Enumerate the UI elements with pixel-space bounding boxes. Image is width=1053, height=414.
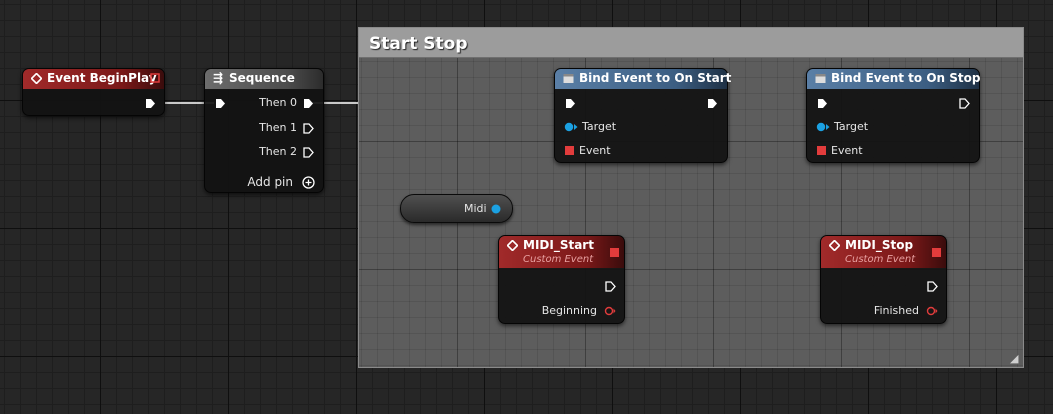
node-header: ⇶ Sequence <box>205 69 323 89</box>
finished-pin[interactable] <box>926 306 938 316</box>
function-icon <box>815 74 826 83</box>
node-header: MIDI_Start Custom Event <box>499 236 624 268</box>
midi-variable-label: Midi <box>464 202 487 215</box>
exec-out-pin[interactable] <box>959 98 970 109</box>
node-subtitle: Custom Event <box>845 254 916 265</box>
beginning-pin[interactable] <box>604 306 616 316</box>
then-0-pin[interactable] <box>303 98 314 109</box>
bind-event-on-start-node[interactable]: Bind Event to On Start Target Event <box>554 68 731 163</box>
node-header: Bind Event to On Start <box>555 69 731 89</box>
comment-title: Start Stop <box>369 34 468 54</box>
target-object-pin[interactable] <box>564 122 578 132</box>
add-pin-icon[interactable] <box>302 176 315 189</box>
exec-in-pin[interactable] <box>817 98 828 109</box>
event-delegate-pin[interactable] <box>817 146 827 156</box>
target-label: Target <box>582 120 617 133</box>
target-label: Target <box>834 120 869 133</box>
beginning-label: Beginning <box>541 304 597 317</box>
event-diamond-icon <box>31 73 42 84</box>
midi-object-pin[interactable] <box>491 204 503 214</box>
node-header: Event BeginPlay <box>23 69 164 89</box>
resize-grip-icon[interactable]: ◢ <box>1010 353 1020 364</box>
exec-in-pin[interactable] <box>565 98 576 109</box>
delegate-pin-icon[interactable] <box>150 73 160 83</box>
midi-start-custom-event-node[interactable]: MIDI_Start Custom Event Beginning <box>498 235 625 324</box>
event-beginplay-node[interactable]: Event BeginPlay <box>22 68 165 116</box>
node-title: MIDI_Stop <box>845 238 914 252</box>
node-subtitle: Custom Event <box>523 254 594 265</box>
sequence-node[interactable]: ⇶ Sequence Then 0 Then 1 Then 2 Add pin <box>204 68 324 193</box>
delegate-output-pin[interactable] <box>932 248 942 258</box>
node-header: Bind Event to On Stop <box>807 69 981 89</box>
then-2-pin[interactable] <box>303 147 314 158</box>
exec-out-pin[interactable] <box>707 98 718 109</box>
sequence-icon: ⇶ <box>213 71 224 85</box>
node-header: MIDI_Stop Custom Event <box>821 236 946 268</box>
exec-out-pin[interactable] <box>927 281 938 292</box>
function-icon <box>563 74 574 83</box>
node-title: Bind Event to On Stop <box>831 71 981 85</box>
event-delegate-pin[interactable] <box>565 146 575 156</box>
then-0-label: Then 0 <box>259 96 297 109</box>
then-2-label: Then 2 <box>259 145 297 158</box>
node-title: Event BeginPlay <box>47 71 157 85</box>
then-1-pin[interactable] <box>303 123 314 134</box>
add-pin-button[interactable]: Add pin <box>247 175 293 189</box>
node-title: Bind Event to On Start <box>579 71 732 85</box>
exec-in-pin[interactable] <box>215 98 226 109</box>
node-title: Sequence <box>229 71 295 85</box>
event-diamond-icon <box>829 240 840 251</box>
delegate-output-pin[interactable] <box>610 248 620 258</box>
finished-label: Finished <box>873 304 919 317</box>
event-label: Event <box>579 144 611 157</box>
bind-event-on-stop-node[interactable]: Bind Event to On Stop Target Event <box>806 68 980 163</box>
event-label: Event <box>831 144 863 157</box>
target-object-pin[interactable] <box>816 122 830 132</box>
midi-stop-custom-event-node[interactable]: MIDI_Stop Custom Event Finished <box>820 235 947 324</box>
exec-out-pin[interactable] <box>605 281 616 292</box>
event-diamond-icon <box>507 240 518 251</box>
then-1-label: Then 1 <box>259 121 297 134</box>
comment-header[interactable]: Start Stop <box>359 28 1023 58</box>
exec-out-pin[interactable] <box>145 98 156 109</box>
node-title: MIDI_Start <box>523 238 594 252</box>
midi-variable-node[interactable]: Midi <box>400 194 513 223</box>
